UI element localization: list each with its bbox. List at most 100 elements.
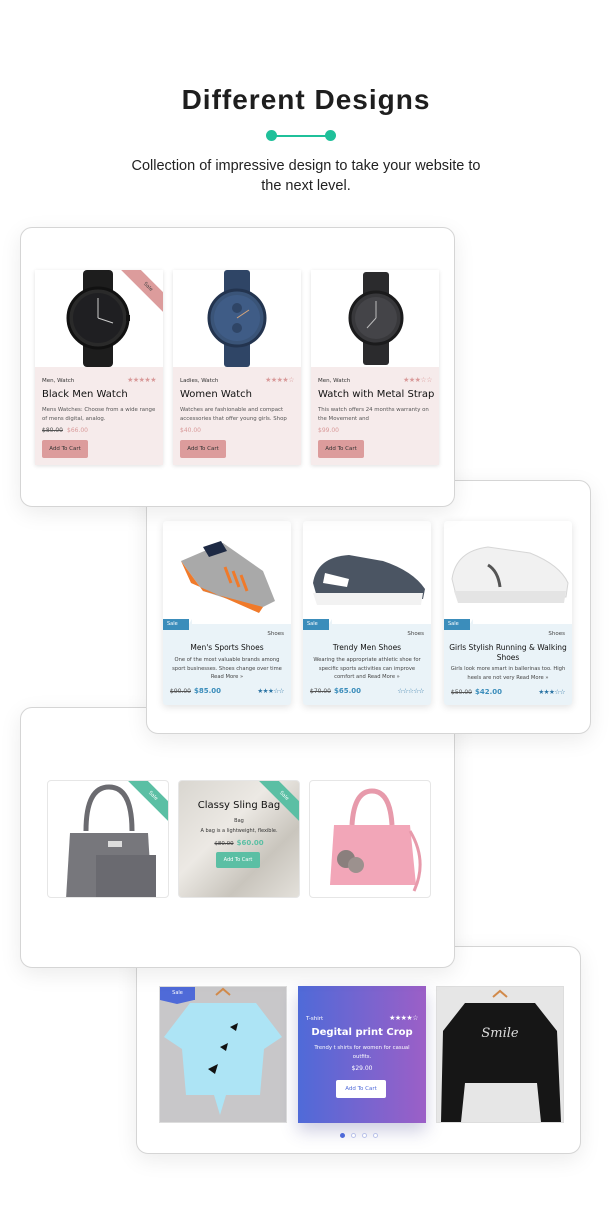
product-card[interactable]: Sale Shoes Men's Sports Shoes One of the… (163, 521, 291, 705)
rating-stars: ★★★☆☆ (403, 376, 432, 384)
read-more-link[interactable]: Read More » (367, 674, 399, 680)
product-price: $29.00 (351, 1065, 373, 1072)
sale-badge: Sale (444, 619, 473, 630)
product-name[interactable]: Men's Sports Shoes (167, 643, 287, 653)
product-image-walking-shoe[interactable] (444, 521, 572, 624)
product-category: Men, Watch (318, 378, 351, 384)
product-category: Shoes (548, 631, 565, 637)
sale-price: $65.00 (334, 687, 362, 695)
sale-price: $66.00 (67, 427, 88, 434)
product-description: Wearing the appropriate athletic shoe fo… (313, 657, 421, 681)
product-card[interactable]: Sale Shoes Trendy Men Shoes Wearing the … (303, 521, 431, 705)
sale-badge: Sale (163, 619, 192, 630)
sale-price: $85.00 (194, 687, 222, 695)
add-to-cart-button[interactable]: Add To Cart (216, 852, 260, 868)
shoe-icon (181, 541, 275, 613)
product-price: $40.00 (180, 427, 201, 434)
product-description: Mens Watches: Choose from a wide range o… (42, 407, 156, 422)
product-card[interactable]: ☆☆ Classy Sling Bag Bag A bag is a light… (178, 780, 300, 898)
rating-stars: ★★★★☆ (389, 1014, 418, 1022)
product-card[interactable]: T-shirt ★★★★☆ Degital print Crop Trendy … (298, 986, 426, 1123)
shoe-icon (451, 546, 569, 603)
product-description: One of the most valuable brands among sp… (172, 657, 282, 681)
sale-ribbon: Sale (125, 781, 168, 822)
sale-ribbon: Sale (256, 781, 299, 822)
product-price: $80.00 $66.00 (42, 427, 88, 434)
page-subtitle: Collection of impressive design to take … (131, 158, 481, 194)
pagination-dot-4[interactable] (373, 1133, 378, 1138)
product-name[interactable]: Watch with Metal Strap (318, 389, 434, 400)
sale-badge: Sale (303, 619, 332, 630)
product-description: A bag is a lightweight, flexible. (200, 828, 278, 834)
pagination-dot-1[interactable] (340, 1133, 345, 1138)
product-category: T-shirt (306, 1016, 324, 1022)
divider-line (271, 135, 331, 137)
product-name[interactable]: Women Watch (180, 389, 252, 400)
product-description: This watch offers 24 months warranty on … (318, 407, 429, 422)
divider-dot (325, 130, 336, 141)
product-card[interactable] (309, 780, 431, 898)
old-price: $90.00 (170, 688, 191, 695)
sale-badge: Sale (160, 987, 195, 1004)
old-price: $80.00 (214, 841, 234, 847)
add-to-cart-button[interactable]: Add To Cart (318, 440, 364, 458)
divider-dot (266, 130, 277, 141)
product-name[interactable]: Girls Stylish Running & Walking Shoes (448, 643, 568, 663)
old-price: $80.00 (42, 427, 63, 434)
sale-price: $60.00 (236, 839, 264, 847)
add-to-cart-button[interactable]: Add To Cart (336, 1080, 386, 1098)
rating-stars: ★★★★★ (127, 376, 156, 384)
product-image-pink-handbag[interactable] (310, 781, 431, 898)
sweatshirt-print-text: Smile (481, 1026, 519, 1041)
bag-design-panel: Sale ☆☆ Classy Sling Bag Bag A bag is a … (20, 707, 455, 968)
old-price: $50.00 (451, 689, 472, 696)
old-price: $70.00 (310, 688, 331, 695)
product-price: $70.00 $65.00 (310, 687, 361, 695)
product-card[interactable]: Sale (159, 986, 287, 1123)
watch-icon (348, 272, 404, 365)
product-card[interactable]: Men, Watch ★★★☆☆ Watch with Metal Strap … (311, 270, 439, 465)
product-image-sports-shoe[interactable] (163, 521, 291, 624)
product-category: Shoes (267, 631, 284, 637)
product-category: Men, Watch (42, 378, 75, 384)
rating-stars: ☆☆☆☆☆ (397, 687, 424, 695)
watch-design-panel: Sale Men, Watch ★★★★★ Black Men Watch Me… (20, 227, 455, 507)
pagination-dot-2[interactable] (351, 1133, 356, 1138)
product-image-smile-sweatshirt[interactable]: Smile (437, 987, 563, 1122)
rating-stars: ★★★☆☆ (257, 687, 284, 695)
product-price: $80.00 $60.00 (179, 839, 299, 847)
product-price: $90.00 $85.00 (170, 687, 221, 695)
watch-icon (207, 270, 267, 367)
add-to-cart-button[interactable]: Add To Cart (180, 440, 226, 458)
sale-ribbon: Sale (121, 270, 163, 312)
product-image-trendy-shoe[interactable] (303, 521, 431, 624)
shoe-icon (313, 555, 425, 605)
rating-stars: ★★★☆☆ (538, 688, 565, 696)
product-image-butterfly-top[interactable] (160, 987, 286, 1122)
product-card[interactable]: Ladies, Watch ★★★★☆ Women Watch Watches … (173, 270, 301, 465)
product-image-metal-watch[interactable] (311, 270, 439, 367)
product-card[interactable]: Sale Men, Watch ★★★★★ Black Men Watch Me… (35, 270, 163, 465)
product-price: $50.00 $42.00 (451, 688, 502, 696)
product-description: Girls look more smart in ballerinas too.… (450, 666, 566, 681)
add-to-cart-button[interactable]: Add To Cart (42, 440, 88, 458)
pagination-dot-3[interactable] (362, 1133, 367, 1138)
read-more-link[interactable]: Read More » (516, 675, 548, 681)
tshirt-design-panel: Sale T-shirt ★★★★☆ Degital print Crop Tr… (136, 946, 581, 1154)
product-card[interactable]: Smile (436, 986, 564, 1123)
read-more-link[interactable]: Read More » (211, 674, 243, 680)
product-name[interactable]: Trendy Men Shoes (307, 643, 427, 653)
product-description: Trendy t shirts for women for casual out… (314, 1045, 410, 1060)
title-divider (266, 130, 336, 142)
product-card[interactable]: Sale Shoes Girls Stylish Running & Walki… (444, 521, 572, 705)
product-name[interactable]: Black Men Watch (42, 389, 128, 400)
sale-price: $42.00 (475, 688, 503, 696)
sale-price: $99.00 (318, 427, 339, 434)
product-category: Ladies, Watch (180, 378, 219, 384)
product-name[interactable]: Degital print Crop (298, 1027, 426, 1038)
product-card[interactable]: Sale (47, 780, 169, 898)
product-description: Watches are fashionable and compact acce… (180, 407, 287, 422)
product-price: $99.00 (318, 427, 339, 434)
carousel-pagination (340, 1133, 378, 1138)
product-image-blue-watch[interactable] (173, 270, 301, 367)
